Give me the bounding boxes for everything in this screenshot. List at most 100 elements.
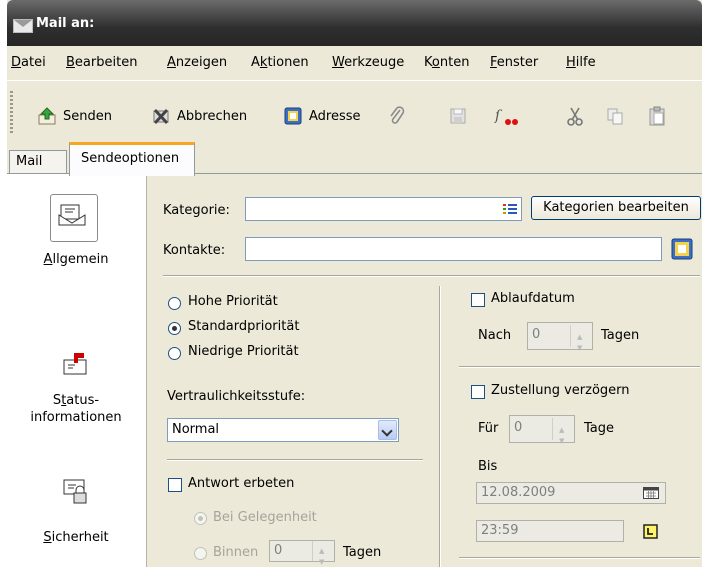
save-button[interactable] <box>448 101 474 131</box>
delay-days-label: Tage <box>584 421 615 436</box>
send-button[interactable]: Senden <box>37 101 112 131</box>
options-sidebar: Allgemein Status-informationen Sicherhei… <box>9 174 147 567</box>
contacts-label: Kontakte: <box>163 243 226 258</box>
reply-requested-checkbox[interactable] <box>168 478 182 492</box>
priority-low-label: Niedrige Priorität <box>188 344 299 359</box>
reply-within-days-value: 0 <box>274 543 283 558</box>
send-options-form: Kategorie: Kategorien bearbeiten Kontakt… <box>147 174 702 567</box>
mail-window: Mail an: Datei Bearbeiten Anzeigen Aktio… <box>7 0 702 567</box>
menu-anzeigen[interactable]: Anzeigen <box>167 55 227 70</box>
delay-delivery-label: Zustellung verzögern <box>491 383 630 398</box>
spell-check-icon: ſ <box>494 106 520 126</box>
general-icon <box>50 194 98 242</box>
expiry-after-label: Nach <box>478 328 512 343</box>
paste-button[interactable] <box>647 101 673 131</box>
bottom-separator <box>459 557 700 559</box>
reply-within-spinner[interactable] <box>312 541 334 567</box>
expiry-separator <box>459 366 700 368</box>
expiry-spinner[interactable] <box>570 325 592 360</box>
clipboard-icon <box>647 106 667 126</box>
expiry-checkbox[interactable] <box>471 293 485 307</box>
nav-security-label: Sicherheit <box>43 530 109 545</box>
until-time-input[interactable]: 23:59 <box>476 520 624 542</box>
delay-delivery-checkbox[interactable] <box>471 385 485 399</box>
send-icon <box>37 106 57 126</box>
svg-text:ſ: ſ <box>494 108 503 124</box>
address-label: Adresse <box>309 108 361 124</box>
calendar-icon[interactable] <box>643 487 659 499</box>
copy-icon <box>605 106 625 126</box>
cut-button[interactable] <box>565 101 591 131</box>
address-button[interactable]: Adresse <box>283 101 361 131</box>
security-icon <box>9 472 143 512</box>
priority-standard-radio[interactable] <box>168 322 181 335</box>
until-label: Bis <box>478 459 498 474</box>
tab-mail-label: Mail <box>16 154 43 169</box>
cancel-label: Abbrechen <box>177 108 248 124</box>
menu-konten[interactable]: Konten <box>424 55 469 70</box>
title-bar: Mail an: <box>7 0 702 46</box>
category-input[interactable] <box>245 197 522 221</box>
category-list-icon[interactable] <box>503 203 517 215</box>
priority-high-label: Hohe Priorität <box>188 294 278 309</box>
reply-convenient-radio[interactable] <box>194 512 207 525</box>
delay-spinner[interactable] <box>552 418 574 453</box>
priority-standard-label: Standardpriorität <box>188 319 300 334</box>
status-icon <box>9 346 143 386</box>
contacts-address-book-icon[interactable] <box>671 238 693 260</box>
nav-general-label: Allgemein <box>43 252 109 267</box>
copy-button[interactable] <box>605 101 631 131</box>
tab-send-options[interactable]: Sendeoptionen <box>69 142 195 176</box>
reply-within-radio[interactable] <box>194 547 207 560</box>
menu-aktionen[interactable]: Aktionen <box>251 55 309 70</box>
address-book-icon <box>283 106 303 126</box>
confidentiality-select[interactable]: Normal <box>167 418 399 442</box>
nav-security[interactable]: Sicherheit <box>9 472 143 545</box>
attach-button[interactable] <box>387 101 413 131</box>
chevron-down-icon[interactable] <box>378 420 397 440</box>
expiry-days-value: 0 <box>532 327 541 342</box>
menu-hilfe[interactable]: Hilfe <box>566 55 596 70</box>
toolbar-grip[interactable] <box>10 91 13 133</box>
menu-datei[interactable]: Datei <box>11 55 46 70</box>
reply-within-days-input[interactable]: 0 <box>269 540 335 567</box>
category-label: Kategorie: <box>163 203 230 218</box>
cancel-icon <box>151 106 171 126</box>
reply-requested-label: Antwort erbeten <box>188 476 295 491</box>
tab-mail[interactable]: Mail <box>9 150 67 173</box>
expiry-days-input[interactable]: 0 <box>527 322 593 360</box>
nav-status-information[interactable]: Status-informationen <box>9 346 143 426</box>
until-time-value: 23:59 <box>481 523 519 538</box>
reply-convenient-label: Bei Gelegenheit <box>213 510 317 525</box>
menu-bearbeiten[interactable]: Bearbeiten <box>66 55 137 70</box>
scissors-icon <box>565 106 585 126</box>
contacts-input[interactable] <box>245 237 662 261</box>
reply-within-label: Binnen <box>213 545 259 560</box>
envelope-icon <box>13 19 33 33</box>
clock-icon[interactable] <box>643 524 658 539</box>
priority-high-radio[interactable] <box>168 297 181 310</box>
nav-general[interactable]: Allgemein <box>9 194 143 267</box>
column-separator <box>439 286 441 567</box>
nav-status-label: Status-informationen <box>30 393 122 425</box>
edit-categories-button[interactable]: Kategorien bearbeiten <box>531 196 701 220</box>
paperclip-icon <box>387 106 407 126</box>
menu-fenster[interactable]: Fenster <box>490 55 538 70</box>
window-title: Mail an: <box>36 16 95 31</box>
tab-bar: Mail Sendeoptionen <box>7 142 702 176</box>
until-date-input[interactable]: 12.08.2009 <box>476 482 666 504</box>
expiry-label: Ablaufdatum <box>491 291 575 306</box>
toolbar: Senden Abbrechen Adresse ſ <box>7 80 702 141</box>
menu-bar: Datei Bearbeiten Anzeigen Aktionen Werkz… <box>7 52 702 74</box>
delay-days-value: 0 <box>514 420 523 435</box>
expiry-days-label: Tagen <box>601 328 640 343</box>
save-icon <box>448 106 468 126</box>
confidentiality-value: Normal <box>172 422 220 437</box>
delay-for-label: Für <box>478 421 499 436</box>
priority-low-radio[interactable] <box>168 347 181 360</box>
send-label: Senden <box>63 108 112 124</box>
spell-check-button[interactable]: ſ <box>494 101 526 131</box>
delay-days-input[interactable]: 0 <box>509 415 575 453</box>
cancel-button[interactable]: Abbrechen <box>151 101 247 131</box>
menu-werkzeuge[interactable]: Werkzeuge <box>332 55 404 70</box>
